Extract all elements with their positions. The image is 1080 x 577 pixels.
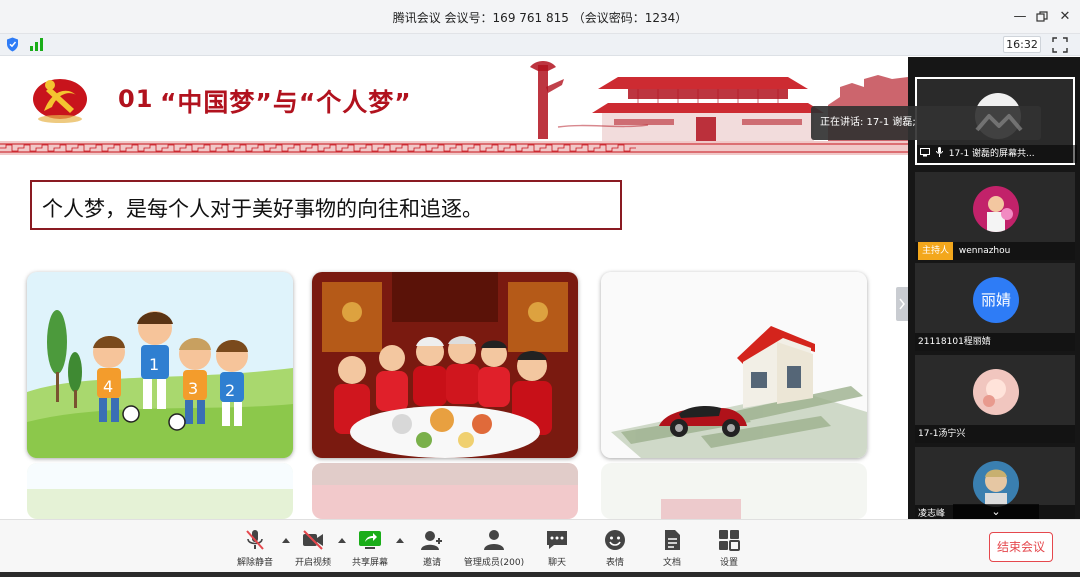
speaking-indicator: 正在讲话: 17-1 谢磊; [811,106,1041,140]
next-slide-arrow-icon[interactable] [896,287,908,321]
status-bar: 16:32 [0,34,1080,56]
toolbar-label: 邀请 [422,558,441,568]
settings-icon [719,530,740,551]
start-video-button[interactable]: 开启视频 [282,524,344,572]
signal-icon[interactable] [30,38,44,51]
tencent-meeting-logo-icon [975,114,1023,132]
chat-icon [547,531,567,549]
meeting-title: 腾讯会议 会议号：169 761 815 （会议密码：1234） [392,11,688,25]
invite-user-icon [421,531,442,550]
meeting-clock: 16:32 [1003,36,1041,53]
slide-title: “中国梦”与“个人梦” [160,88,412,117]
settings-button[interactable]: 设置 [698,524,760,572]
participant-name: 21118101程丽婧 [918,337,991,347]
participant-name: 凌志峰 [918,509,946,519]
camera-off-icon [303,530,323,550]
slide-number: 01 [118,85,154,113]
participant-name: 17-1汤宁兴 [918,429,966,439]
screen-share-small-icon [920,148,930,157]
participant-tile[interactable]: 17-1汤宁兴 [915,355,1075,443]
bottom-edge [0,572,1080,577]
documents-button[interactable]: 文档 [641,524,703,572]
toolbar-label: 表情 [605,558,624,568]
avatar [973,461,1019,507]
participant-name-bar: 主持人 wennazhou [915,242,1075,260]
participant-tile-host[interactable]: 主持人 wennazhou [915,172,1075,260]
party-emblem-icon [33,79,87,123]
reactions-button[interactable]: 表情 [584,524,646,572]
participant-tile[interactable]: 丽婧 21118101程丽婧 [915,263,1075,351]
toolbar-label: 设置 [719,558,738,568]
meeting-toolbar: 解除静音 开启视频 共享屏幕 邀请 管理成员(200) 聊天 表情 文档 设置 … [0,519,1080,577]
avatar [973,186,1019,232]
emoji-icon [605,530,625,550]
toolbar-label: 聊天 [547,558,566,568]
toolbar-label: 共享屏幕 [351,558,388,568]
collapse-panel-chevron-icon[interactable]: ⌄ [953,504,1039,519]
title-bar: 腾讯会议 会议号：169 761 815 （会议密码：1234） — ✕ [0,0,1080,34]
slide-header: 01 “中国梦”与“个人梦” [0,57,908,155]
restore-icon[interactable] [1031,6,1053,28]
svg-text:3: 3 [188,379,198,398]
tencent-meeting-window: 腾讯会议 会议号：169 761 815 （会议密码：1234） — ✕ 16:… [0,0,1080,577]
toolbar-label: 管理成员(200) [463,558,525,568]
fullscreen-icon[interactable] [1052,37,1068,53]
decorative-border [0,141,908,155]
screen-share-icon [359,531,381,549]
speaking-label: 正在讲话: 17-1 谢磊; [820,117,916,128]
children-soccer-reflection [27,463,293,519]
microphone-muted-icon [246,530,264,550]
house-car-money-image [601,272,867,458]
svg-text:1: 1 [149,355,159,374]
participant-tile[interactable]: 凌志峰 ⌄ [915,447,1075,523]
toolbar-label: 解除静音 [236,558,273,568]
family-reunion-reflection [312,463,578,519]
document-icon [665,530,680,550]
chat-button[interactable]: 聊天 [526,524,588,572]
svg-text:4: 4 [103,377,113,396]
share-screen-button[interactable]: 共享屏幕 [339,524,401,572]
close-icon[interactable]: ✕ [1054,6,1076,28]
house-car-money-reflection [601,463,867,519]
host-badge: 主持人 [918,242,954,260]
unmute-button[interactable]: 解除静音 [224,524,286,572]
family-reunion-dinner-image [312,272,578,458]
shield-icon[interactable] [6,37,19,52]
svg-text:2: 2 [225,381,235,400]
microphone-icon [935,147,943,157]
members-icon [484,530,504,550]
participant-name-bar: 17-1汤宁兴 [915,425,1075,443]
end-meeting-button[interactable]: 结束会议 [989,532,1053,562]
avatar [973,369,1019,415]
minimize-icon[interactable]: — [1009,6,1031,28]
invite-button[interactable]: 邀请 [401,524,463,572]
toolbar-label: 开启视频 [294,558,331,568]
avatar: 丽婧 [973,277,1019,323]
participant-name-bar: 21118101程丽婧 [915,333,1075,351]
toolbar-label: 文档 [662,558,681,568]
shared-screen-slide: 01 “中国梦”与“个人梦” 个人梦，是每个人对于美好事物的向往和追逐。 4 1… [0,57,908,519]
slide-quote: 个人梦，是每个人对于美好事物的向往和追逐。 [42,197,483,221]
manage-members-button[interactable]: 管理成员(200) [463,524,525,572]
slide-quote-box: 个人梦，是每个人对于美好事物的向往和追逐。 [30,180,622,230]
children-soccer-image: 4 1 3 2 [27,272,293,458]
participant-name: wennazhou [958,246,1011,256]
participant-name: 17-1 谢磊的屏幕共... [948,149,1035,159]
participant-name-bar: 17-1 谢磊的屏幕共... [917,145,1077,163]
